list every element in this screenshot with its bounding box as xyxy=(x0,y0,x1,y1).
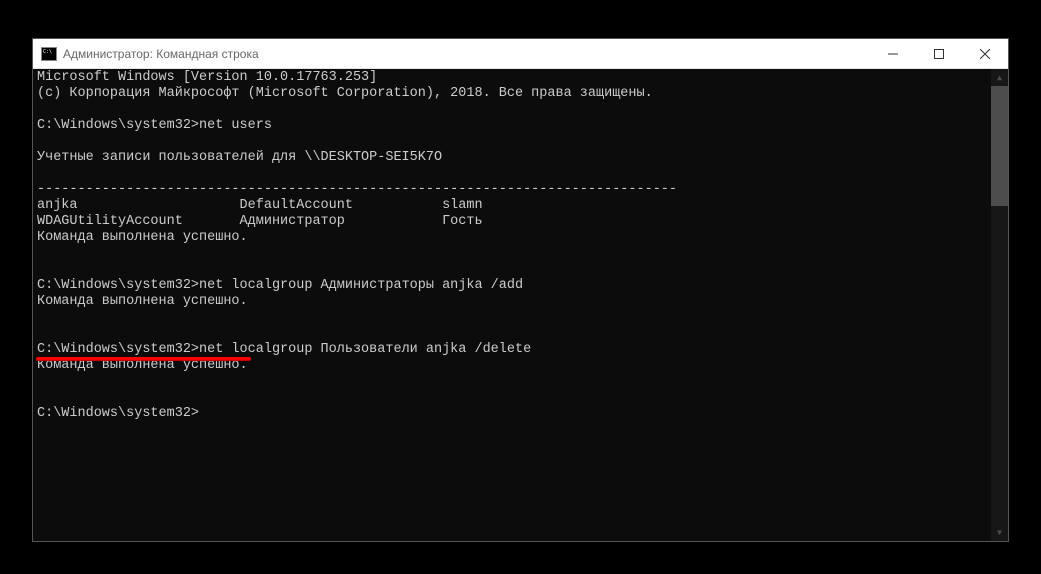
terminal-prompt: C:\Windows\system32> xyxy=(37,406,199,421)
terminal-line: anjka DefaultAccount slamn xyxy=(37,198,483,213)
terminal-line: Команда выполнена успешно. xyxy=(37,294,248,309)
window-title: Администратор: Командная строка xyxy=(63,47,870,61)
scrollbar[interactable]: ▲ ▼ xyxy=(991,69,1008,541)
terminal-line: Учетные записи пользователей для \\DESKT… xyxy=(37,150,442,165)
scrollbar-track[interactable] xyxy=(991,86,1008,524)
terminal-content[interactable]: Microsoft Windows [Version 10.0.17763.25… xyxy=(33,69,991,541)
window-controls xyxy=(870,39,1008,68)
terminal-command: net users xyxy=(199,118,272,133)
terminal-prompt: C:\Windows\system32> xyxy=(37,342,199,357)
terminal-line: Команда выполнена успешно. xyxy=(37,230,248,245)
terminal-line: Команда выполнена успешно. xyxy=(37,358,248,373)
terminal-line: ----------------------------------------… xyxy=(37,182,677,197)
scrollbar-thumb[interactable] xyxy=(991,86,1008,206)
cmd-icon xyxy=(41,47,57,61)
terminal-line: (c) Корпорация Майкрософт (Microsoft Cor… xyxy=(37,86,653,101)
cmd-window: Администратор: Командная строка Microsof… xyxy=(32,38,1009,542)
terminal-line: WDAGUtilityAccount Администратор Гость xyxy=(37,214,483,229)
scrollbar-down-button[interactable]: ▼ xyxy=(991,524,1008,541)
terminal-body[interactable]: Microsoft Windows [Version 10.0.17763.25… xyxy=(33,69,1008,541)
scrollbar-up-button[interactable]: ▲ xyxy=(991,69,1008,86)
close-button[interactable] xyxy=(962,39,1008,68)
terminal-command: net localgroup Пользователи anjka /delet… xyxy=(199,342,531,357)
terminal-prompt: C:\Windows\system32> xyxy=(37,118,199,133)
terminal-command: net localgroup Администраторы anjka /add xyxy=(199,278,523,293)
terminal-line: Microsoft Windows [Version 10.0.17763.25… xyxy=(37,70,377,85)
minimize-button[interactable] xyxy=(870,39,916,68)
titlebar: Администратор: Командная строка xyxy=(33,39,1008,69)
terminal-prompt: C:\Windows\system32> xyxy=(37,278,199,293)
maximize-button[interactable] xyxy=(916,39,962,68)
